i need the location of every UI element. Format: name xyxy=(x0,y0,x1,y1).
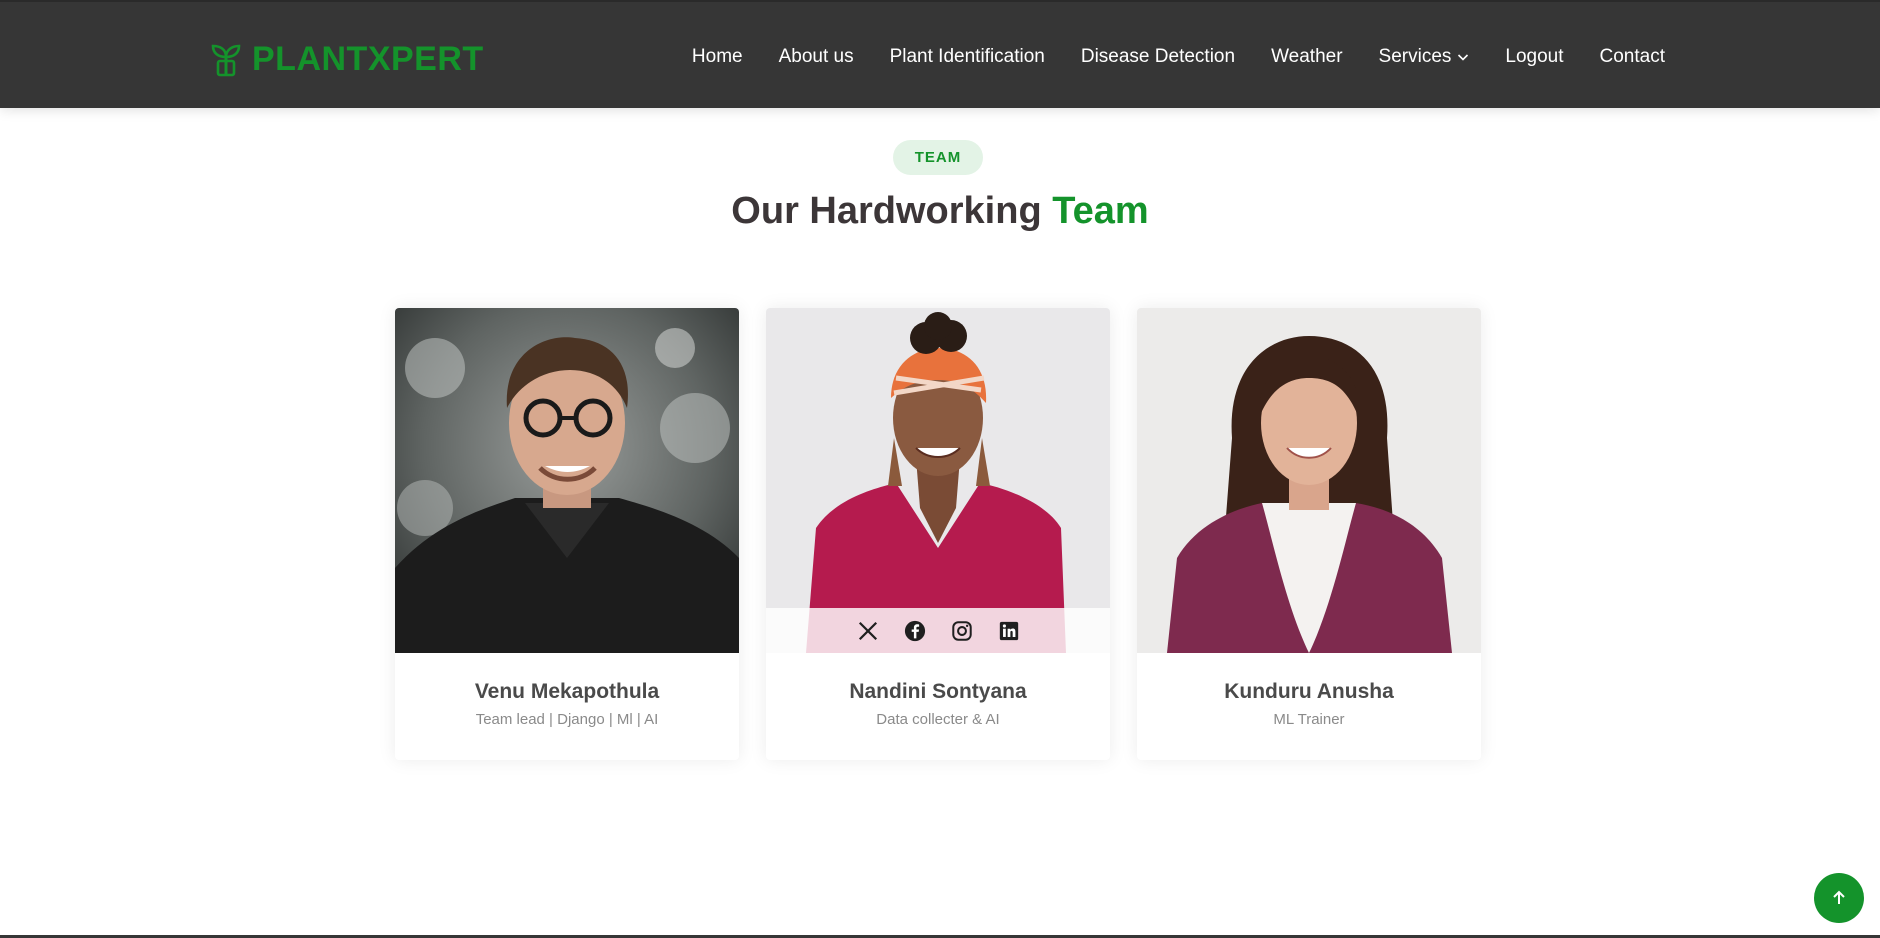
team-member-card: Kunduru Anusha ML Trainer xyxy=(1137,308,1481,760)
brand-logo[interactable]: PLANTXPERT xyxy=(210,40,484,79)
brand-name: PLANTXPERT xyxy=(252,40,484,78)
nav-about-us-label: About us xyxy=(778,46,854,67)
team-member-name: Nandini Sontyana xyxy=(849,680,1027,703)
section-badge: TEAM xyxy=(893,140,983,175)
x-icon[interactable] xyxy=(857,620,879,642)
team-member-role: Team lead | Django | Ml | AI xyxy=(475,711,659,728)
section-title: Our Hardworking Team xyxy=(0,190,1880,233)
nav-weather[interactable]: Weather xyxy=(1253,46,1360,68)
nav-services-label: Services xyxy=(1378,46,1452,67)
nav-about-us[interactable]: About us xyxy=(761,46,872,68)
nav-disease-detection-label: Disease Detection xyxy=(1080,46,1236,67)
sprout-icon xyxy=(211,44,241,76)
team-member-name: Venu Mekapothula xyxy=(474,680,660,703)
back-to-top-button[interactable] xyxy=(1814,873,1864,923)
team-member-photo xyxy=(1137,308,1481,653)
social-links xyxy=(766,608,1110,653)
nav-disease-detection[interactable]: Disease Detection xyxy=(1063,46,1253,68)
main-nav: Home About us Plant Identification Disea… xyxy=(674,46,1665,68)
nav-contact-label: Contact xyxy=(1599,46,1665,67)
team-member-card: Nandini Sontyana Data collecter & AI xyxy=(766,308,1110,760)
nav-plant-identification-label: Plant Identification xyxy=(889,46,1045,67)
nav-home[interactable]: Home xyxy=(674,46,761,68)
nav-plant-identification[interactable]: Plant Identification xyxy=(872,46,1063,68)
arrow-up-icon xyxy=(1833,890,1845,904)
nav-weather-label: Weather xyxy=(1271,46,1343,67)
nav-logout[interactable]: Logout xyxy=(1487,46,1581,68)
nav-services-dropdown[interactable]: Services xyxy=(1361,46,1488,68)
facebook-icon[interactable] xyxy=(904,620,926,642)
section-title-accent: Team xyxy=(1052,190,1149,232)
team-member-role: ML Trainer xyxy=(1273,711,1345,728)
team-member-photo xyxy=(395,308,739,653)
team-member-role: Data collecter & AI xyxy=(876,711,1000,728)
team-member-name: Kunduru Anusha xyxy=(1224,680,1394,703)
nav-logout-label: Logout xyxy=(1505,46,1564,67)
site-header: PLANTXPERT Home About us Plant Identific… xyxy=(0,0,1880,108)
team-member-card: Venu Mekapothula Team lead | Django | Ml… xyxy=(395,308,739,760)
linkedin-icon[interactable] xyxy=(998,620,1020,642)
instagram-icon[interactable] xyxy=(951,620,973,642)
nav-home-label: Home xyxy=(691,46,743,67)
nav-contact[interactable]: Contact xyxy=(1582,46,1665,68)
team-member-photo xyxy=(766,308,1110,653)
chevron-down-icon xyxy=(1458,54,1469,61)
section-title-prefix: Our Hardworking xyxy=(731,190,1042,232)
